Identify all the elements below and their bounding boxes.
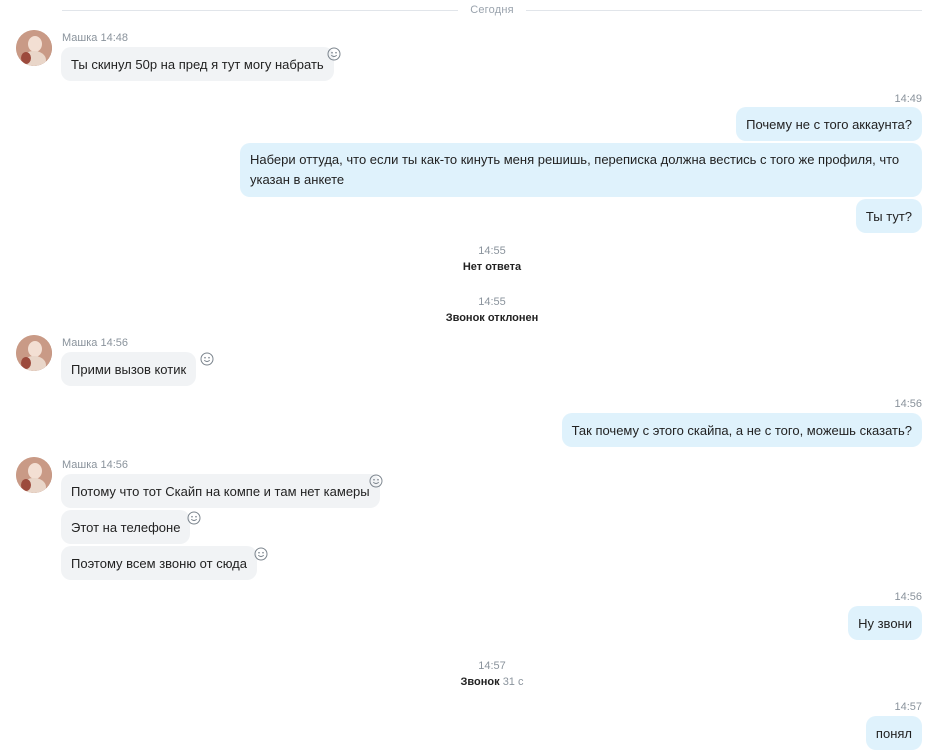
call-label: Звонок: [460, 676, 500, 688]
message-text: понял: [875, 726, 912, 741]
message-time: 14:56: [100, 337, 128, 349]
message-meta: Машка 14:56: [62, 459, 128, 471]
message-meta: Машка 14:48: [62, 32, 128, 44]
event-text: Звонок 31 с: [0, 673, 944, 691]
call-event: 14:55 Нет ответа: [0, 244, 944, 276]
avatar-image: [16, 30, 52, 66]
incoming-message[interactable]: Прими вызов котик: [61, 352, 197, 386]
message-text: Ты тут?: [865, 209, 912, 224]
outgoing-message[interactable]: Так почему с этого скайпа, а не с того, …: [561, 413, 922, 447]
divider-line-left: [62, 9, 459, 11]
event-time: 14:55: [478, 245, 506, 257]
message-text: Набери оттуда, что если ты как-то кинуть…: [250, 152, 900, 187]
incoming-message[interactable]: Поэтому всем звоню от сюда: [61, 546, 257, 580]
outgoing-message[interactable]: Ты тут?: [855, 199, 922, 233]
message-text: Прими вызов котик: [71, 362, 187, 377]
message-time: 14:56: [894, 591, 922, 603]
message-time: 14:56: [100, 459, 128, 471]
message-time: 14:57: [894, 701, 922, 713]
event-time: 14:55: [478, 296, 506, 308]
message-time: 14:49: [894, 93, 922, 105]
call-duration: 31 с: [502, 676, 524, 688]
chat-history: Сегодня Машка 14:48 Ты скинул 50р на пре…: [0, 0, 944, 750]
contact-avatar[interactable]: [16, 30, 52, 66]
call-event: 14:55 Звонок отклонен: [0, 295, 944, 327]
date-divider-label: Сегодня: [470, 4, 514, 16]
message-text: Почему не с того аккаунта?: [746, 117, 912, 132]
sender-name: Машка: [62, 459, 98, 471]
message-meta: Машка 14:56: [62, 337, 128, 349]
date-divider: Сегодня: [62, 2, 922, 18]
outgoing-message[interactable]: Почему не с того аккаунта?: [736, 107, 922, 141]
message-text: Ты скинул 50р на пред я тут могу набрать: [71, 57, 324, 72]
smiley-icon[interactable]: [187, 511, 201, 525]
avatar-image: [16, 457, 52, 493]
outgoing-message[interactable]: Ну звони: [848, 606, 922, 640]
message-text: Так почему с этого скайпа, а не с того, …: [571, 423, 912, 438]
event-text: Звонок отклонен: [445, 312, 539, 324]
sender-name: Машка: [62, 32, 98, 44]
smiley-icon[interactable]: [327, 47, 341, 61]
outgoing-message[interactable]: Набери оттуда, что если ты как-то кинуть…: [240, 143, 922, 197]
outgoing-message[interactable]: понял: [865, 716, 922, 750]
message-time: 14:56: [894, 398, 922, 410]
incoming-message[interactable]: Потому что тот Скайп на компе и там нет …: [61, 474, 380, 508]
call-event: 14:57 Звонок 31 с: [0, 659, 944, 691]
message-text: Этот на телефоне: [71, 520, 181, 535]
smiley-icon[interactable]: [200, 352, 214, 366]
avatar-image: [16, 335, 52, 371]
message-text: Ну звони: [858, 616, 912, 631]
smiley-icon[interactable]: [369, 474, 383, 488]
event-text: Нет ответа: [462, 261, 522, 273]
event-time: 14:57: [478, 660, 506, 672]
message-time: 14:48: [100, 32, 128, 44]
sender-name: Машка: [62, 337, 98, 349]
message-text: Потому что тот Скайп на компе и там нет …: [71, 484, 370, 499]
incoming-message[interactable]: Этот на телефоне: [61, 510, 191, 544]
smiley-icon[interactable]: [254, 547, 268, 561]
incoming-message[interactable]: Ты скинул 50р на пред я тут могу набрать: [61, 47, 334, 81]
divider-line-right: [525, 9, 922, 11]
contact-avatar[interactable]: [16, 457, 52, 493]
contact-avatar[interactable]: [16, 335, 52, 371]
message-text: Поэтому всем звоню от сюда: [71, 556, 247, 571]
